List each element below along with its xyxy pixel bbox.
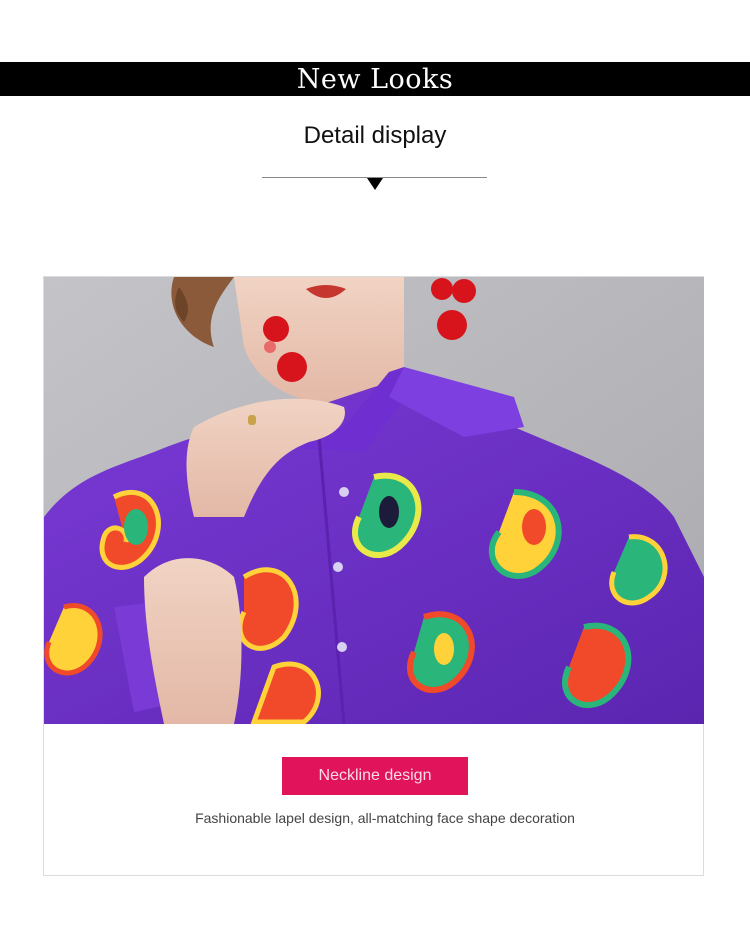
banner-title: New Looks bbox=[296, 63, 454, 95]
product-photo bbox=[44, 277, 704, 724]
detail-card: Neckline design Fashionable lapel design… bbox=[43, 276, 704, 876]
neckline-design-tag: Neckline design bbox=[282, 757, 468, 795]
down-arrow-icon bbox=[367, 178, 383, 190]
new-looks-banner: New Looks bbox=[0, 62, 750, 96]
detail-caption: Fashionable lapel design, all-matching f… bbox=[195, 810, 575, 826]
tag-label: Neckline design bbox=[318, 767, 432, 784]
section-subtitle: Detail display bbox=[303, 122, 447, 149]
